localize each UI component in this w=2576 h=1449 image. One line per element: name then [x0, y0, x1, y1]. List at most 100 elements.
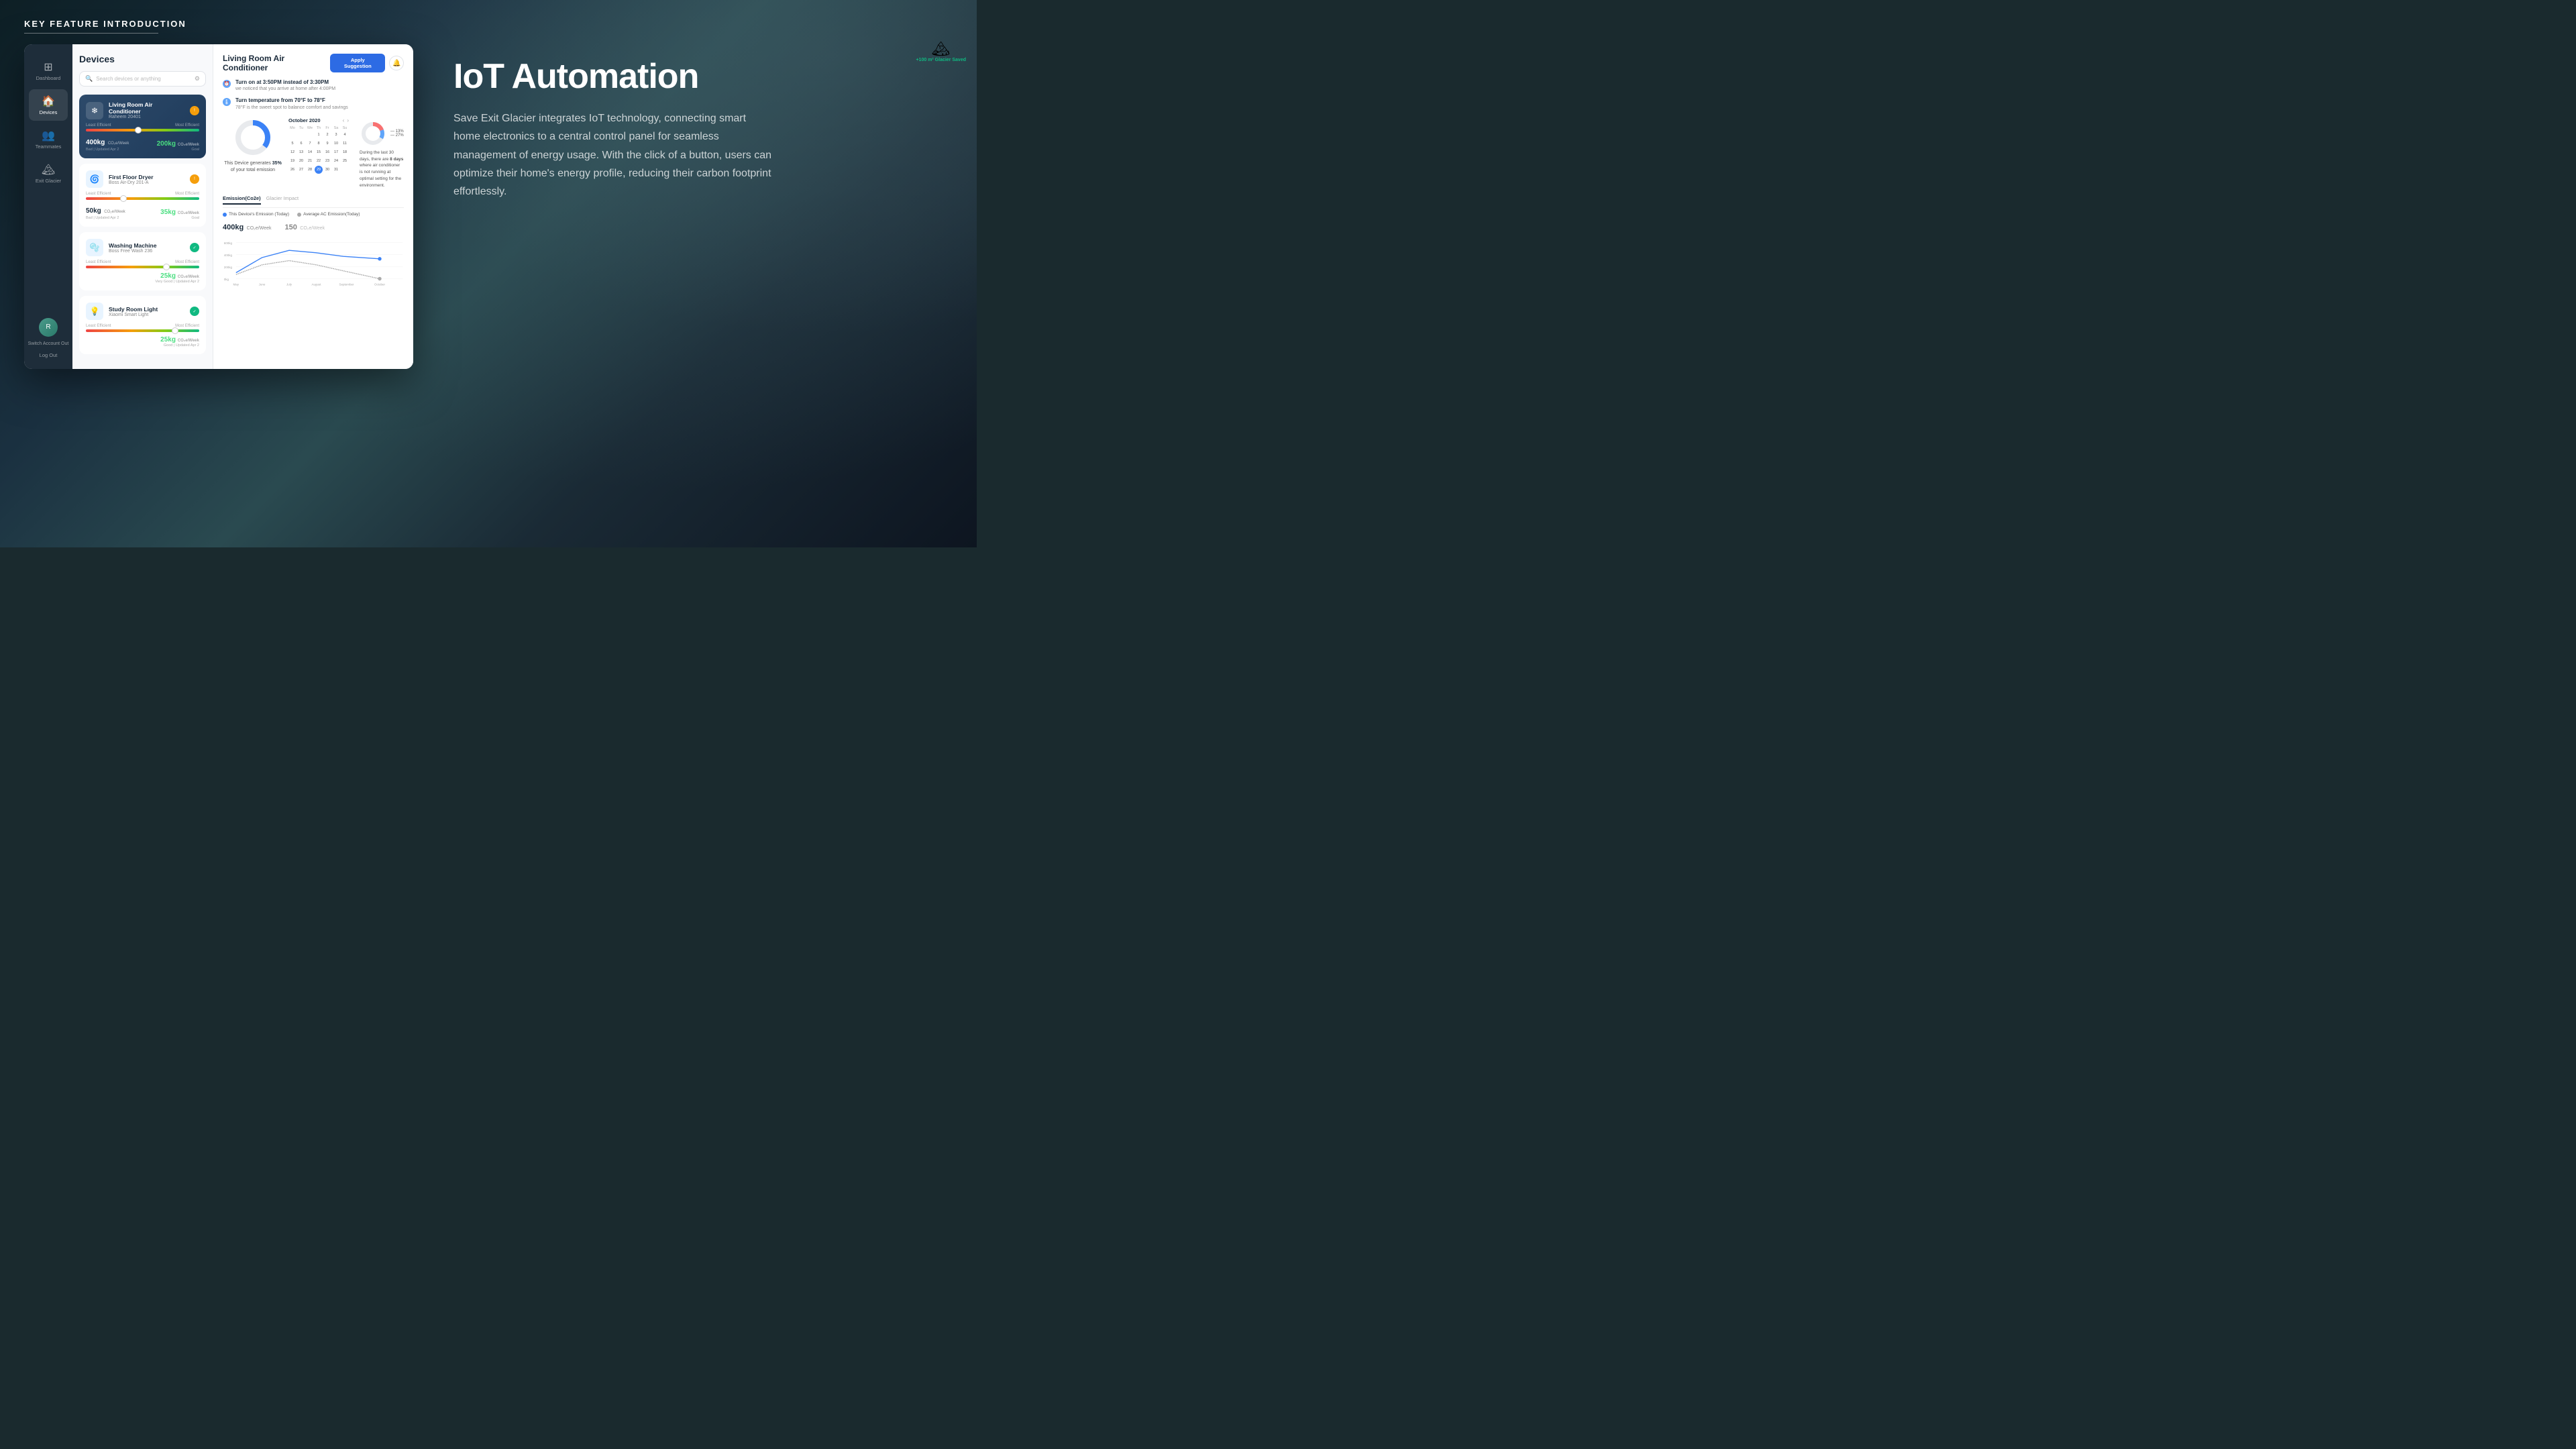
- device-card-header-dryer: 🌀 First Floor Dryer Boss Air-Dry 201-A !: [86, 170, 199, 188]
- filter-icon: ⚙: [195, 75, 200, 83]
- washer-device-user: Boss Free Wash 236: [109, 249, 184, 254]
- devices-icon: 🏠: [42, 95, 55, 108]
- ac-goal-label: Goal: [157, 148, 199, 152]
- ac-efficiency-labels: Least Efficient Most Efficient: [86, 123, 199, 127]
- emission-primary-unit: CO₂e/Week: [247, 226, 272, 231]
- apply-suggestion-button[interactable]: Apply Suggestion: [330, 54, 385, 72]
- right-donut-chart: [360, 120, 386, 147]
- svg-text:September: September: [339, 283, 354, 286]
- search-bar[interactable]: 🔍 Search devices or anything ⚙: [79, 71, 206, 87]
- light-goal-val: 25kg CO₂e/Week: [160, 336, 199, 343]
- sidebar: ⊞ Dashboard 🏠 Devices 👥 Teammates 🏔 Exit…: [24, 44, 72, 369]
- washer-efficiency-bar: [86, 266, 199, 268]
- glacier-nav-icon: 🏔: [42, 163, 55, 176]
- ac-efficiency-thumb: [135, 127, 142, 133]
- washer-efficiency-labels: Least Efficient Most Efficient: [86, 260, 199, 264]
- device-card-dryer[interactable]: 🌀 First Floor Dryer Boss Air-Dry 201-A !…: [79, 164, 206, 227]
- dryer-efficiency-wrap: Least Efficient Most Efficient: [86, 192, 199, 200]
- svg-text:May: May: [233, 283, 239, 286]
- device-card-header-ac: ❄ Living Room Air Conditioner Raheem 204…: [86, 101, 199, 119]
- tab-glacier[interactable]: Glacier Impact: [266, 195, 299, 205]
- washer-device-badge: ✓: [190, 243, 199, 252]
- donut-wrap: [233, 117, 273, 158]
- switch-account-label[interactable]: Switch Account Out: [28, 341, 69, 347]
- emission-tabs: Emission(Co2e) Glacier Impact: [223, 195, 404, 208]
- light-efficiency-bar: [86, 329, 199, 332]
- donut-chart: [233, 117, 273, 158]
- device-card-washer[interactable]: 🫧 Washing Machine Boss Free Wash 236 ✓ L…: [79, 232, 206, 290]
- legend-dot-device: [223, 213, 227, 217]
- legend-device: This Device's Emission (Today): [223, 212, 289, 217]
- devices-title: Devices: [79, 54, 206, 64]
- washer-device-name: Washing Machine: [109, 242, 184, 249]
- suggestion-dot-time: ⏰: [223, 80, 231, 88]
- dryer-device-name: First Floor Dryer: [109, 174, 184, 180]
- device-card-ac[interactable]: ❄ Living Room Air Conditioner Raheem 204…: [79, 95, 206, 158]
- ac-device-info: Living Room Air Conditioner Raheem 20401: [109, 101, 184, 119]
- ac-stat-label: Bad | Updated Apr 2: [86, 148, 129, 152]
- device-card-light[interactable]: 💡 Study Room Light Xiaomi Smart Light ✓ …: [79, 296, 206, 354]
- svg-text:October: October: [374, 283, 386, 286]
- ac-device-badge: !: [190, 106, 199, 115]
- calendar-header: October 2020 ‹ ›: [288, 117, 349, 123]
- suggestion-text-temp: Turn temperature from 70°F to 78°F 78°F …: [235, 97, 348, 110]
- dryer-efficiency-thumb: [120, 195, 127, 202]
- suggestion-text-time: Turn on at 3:50PM instead of 3:30PM we n…: [235, 79, 335, 92]
- sidebar-item-teammates[interactable]: 👥 Teammates: [29, 123, 68, 155]
- washer-device-icon: 🫧: [86, 239, 103, 256]
- iot-title: IoT Automation: [453, 58, 775, 96]
- light-efficiency-thumb: [172, 327, 178, 334]
- devices-panel: Devices 🔍 Search devices or anything ⚙ ❄…: [72, 44, 213, 369]
- emission-chart-wrap: 600kg 400kg 200kg 0kg: [223, 237, 404, 294]
- calendar-prev[interactable]: ‹: [343, 117, 345, 123]
- emission-secondary-unit: CO₂e/Week: [300, 226, 325, 231]
- light-device-name: Study Room Light: [109, 306, 184, 313]
- suggestions-section: ⏰ Turn on at 3:50PM instead of 3:30PM we…: [223, 79, 404, 111]
- teammates-icon: 👥: [42, 129, 55, 142]
- svg-text:July: July: [286, 283, 292, 286]
- emission-section: Emission(Co2e) Glacier Impact This Devic…: [223, 195, 404, 294]
- washer-efficiency-wrap: Least Efficient Most Efficient: [86, 260, 199, 268]
- tab-emission[interactable]: Emission(Co2e): [223, 195, 261, 205]
- light-device-user: Xiaomi Smart Light: [109, 313, 184, 317]
- light-device-icon: 💡: [86, 303, 103, 320]
- washer-stats: 25kg CO₂e/Week Very Good | Updated Apr 2: [86, 272, 199, 284]
- legend-dot-avg: [297, 213, 301, 217]
- dryer-device-info: First Floor Dryer Boss Air-Dry 201-A: [109, 174, 184, 185]
- sidebar-item-exit-glacier[interactable]: 🏔 Exit Glacier: [29, 158, 68, 189]
- dryer-stat-right: 35kg CO₂e/Week Goal: [160, 209, 199, 220]
- svg-text:200kg: 200kg: [224, 266, 233, 270]
- sidebar-item-devices[interactable]: 🏠 Devices: [29, 89, 68, 121]
- ac-stat-right: 200kg CO₂e/Week Goal: [157, 140, 199, 152]
- main-layout: ⊞ Dashboard 🏠 Devices 👥 Teammates 🏔 Exit…: [0, 34, 977, 369]
- calendar-nav: ‹ ›: [343, 117, 349, 123]
- dashboard-icon: ⊞: [44, 60, 52, 74]
- washer-goal-val: 25kg CO₂e/Week: [155, 272, 199, 280]
- sidebar-label-teammates: Teammates: [36, 144, 62, 150]
- ac-stats: 400kg CO₂e/Week Bad | Updated Apr 2 200k…: [86, 136, 199, 152]
- emission-legend: This Device's Emission (Today) Average A…: [223, 212, 404, 217]
- device-card-header-washer: 🫧 Washing Machine Boss Free Wash 236 ✓: [86, 239, 199, 256]
- ac-stat-goal-val: 200kg CO₂e/Week: [157, 140, 199, 148]
- search-placeholder: Search devices or anything: [96, 76, 191, 82]
- calendar-next[interactable]: ›: [347, 117, 349, 123]
- logout-label[interactable]: Log Out: [40, 352, 58, 358]
- emission-primary: 400kg CO₂e/Week: [223, 221, 271, 233]
- search-icon: 🔍: [85, 75, 93, 83]
- detail-title: Living Room Air Conditioner: [223, 54, 330, 72]
- device-card-header-light: 💡 Study Room Light Xiaomi Smart Light ✓: [86, 303, 199, 320]
- dryer-goal-val: 35kg CO₂e/Week: [160, 209, 199, 216]
- svg-text:0kg: 0kg: [224, 278, 229, 282]
- sidebar-item-dashboard[interactable]: ⊞ Dashboard: [29, 55, 68, 87]
- sidebar-label-dashboard: Dashboard: [36, 75, 61, 81]
- calendar-month-title: October 2020: [288, 117, 321, 123]
- right-section: IoT Automation Save Exit Glacier integra…: [440, 44, 775, 201]
- donut-section: This Device generates 35% of your total …: [223, 117, 283, 174]
- light-stats: 25kg CO₂e/Week Good | Updated Apr 2: [86, 336, 199, 347]
- washer-stat-right: 25kg CO₂e/Week Very Good | Updated Apr 2: [155, 272, 199, 284]
- dryer-goal-label: Goal: [160, 216, 199, 220]
- notification-icon[interactable]: 🔔: [389, 56, 404, 70]
- dryer-device-user: Boss Air-Dry 201-A: [109, 180, 184, 185]
- page-content: KEY FEATURE INTRODUCTION ⊞ Dashboard 🏠 D…: [0, 0, 977, 547]
- iot-description: Save Exit Glacier integrates IoT technol…: [453, 109, 775, 201]
